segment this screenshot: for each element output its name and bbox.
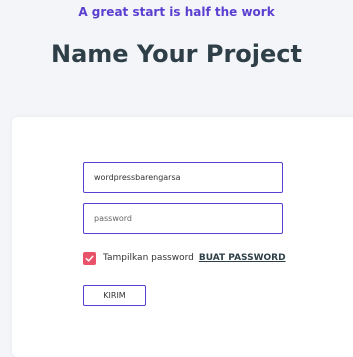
show-password-checkbox[interactable]: [83, 251, 96, 265]
tagline: A great start is half the work: [78, 5, 275, 19]
page-title: Name Your Project: [51, 40, 302, 68]
form-card: [12, 117, 353, 357]
show-password-row: Tampilkan password BUAT PASSWORD: [83, 250, 286, 266]
show-password-label[interactable]: Tampilkan password: [103, 253, 194, 263]
username-input[interactable]: [83, 162, 283, 193]
generate-password-link[interactable]: BUAT PASSWORD: [199, 253, 286, 263]
password-input[interactable]: [83, 203, 283, 234]
submit-button[interactable]: KIRIM: [83, 285, 146, 306]
checkmark-icon: [85, 255, 94, 262]
